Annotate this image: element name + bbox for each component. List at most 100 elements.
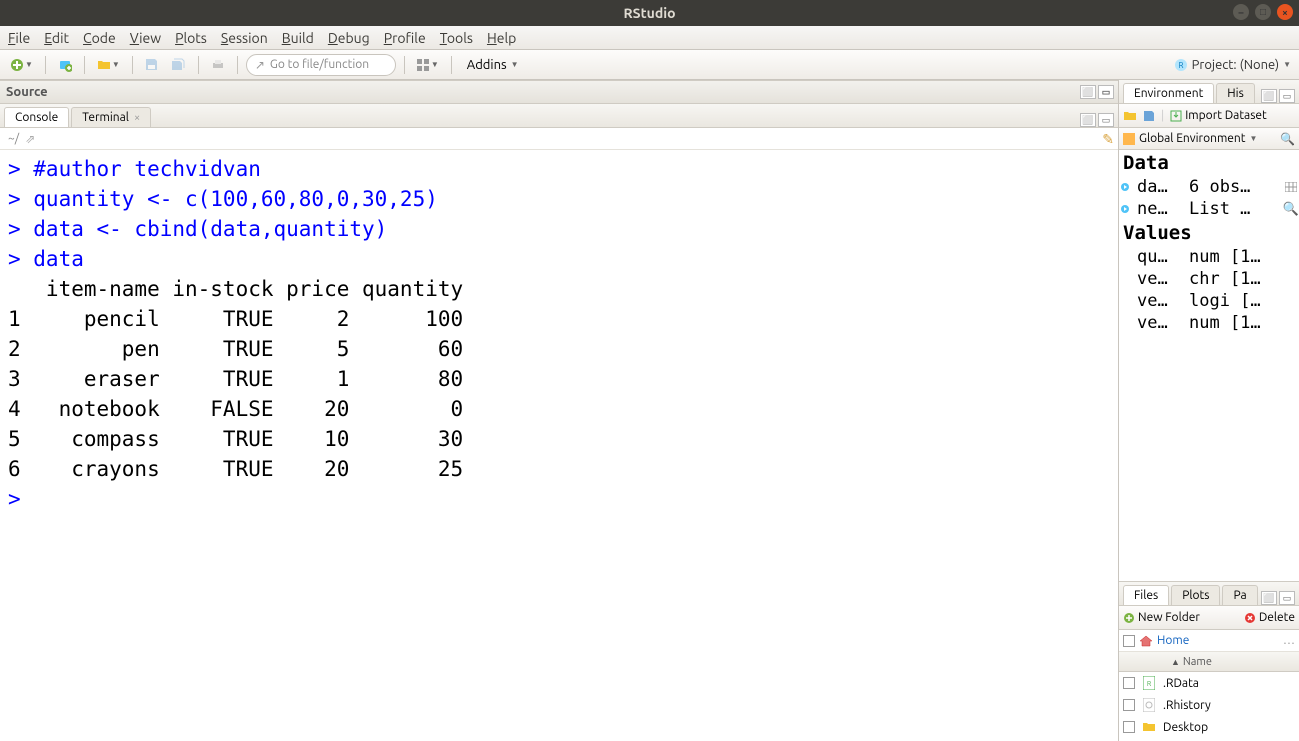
source-minimize-button[interactable]: ⬜ [1080, 85, 1096, 99]
clear-console-icon[interactable]: ✎ [1102, 131, 1114, 148]
goto-placeholder: Go to file/function [270, 58, 369, 71]
env-maximize-button[interactable]: ▭ [1279, 89, 1295, 103]
menu-session[interactable]: Session [221, 30, 268, 46]
env-var-name: qu… [1133, 247, 1189, 267]
env-value-row[interactable]: ve…chr [1… [1119, 268, 1299, 290]
print-icon [211, 59, 225, 71]
goto-arrow-icon: ↗ [255, 58, 265, 72]
menu-debug[interactable]: Debug [328, 30, 370, 46]
menu-edit[interactable]: Edit [44, 30, 69, 46]
env-data-row[interactable]: ne…List …🔍 [1119, 198, 1299, 220]
dropdown-arrow-icon: ▼ [511, 60, 519, 69]
source-pane-header: Source ⬜ ▭ [0, 80, 1118, 104]
tab-terminal[interactable]: Terminal × [71, 107, 151, 127]
menu-profile[interactable]: Profile [384, 30, 426, 46]
env-data-row[interactable]: da…6 obs… [1119, 176, 1299, 198]
menu-help[interactable]: Help [487, 30, 516, 46]
delete-button[interactable]: Delete [1244, 611, 1295, 624]
import-dataset-button[interactable]: Import Dataset [1170, 109, 1267, 122]
tab-console[interactable]: Console [4, 107, 69, 127]
sort-arrow-icon[interactable]: ▲ [1171, 657, 1180, 667]
addins-button[interactable]: Addins ▼ [460, 54, 526, 76]
file-checkbox[interactable] [1123, 721, 1135, 733]
dropdown-arrow-icon: ▼ [25, 60, 33, 69]
col-name-label[interactable]: Name [1183, 656, 1212, 668]
env-section-data: Data [1119, 150, 1299, 176]
scope-icon [1123, 133, 1135, 145]
file-name: .RData [1163, 677, 1199, 690]
save-all-button[interactable] [167, 54, 190, 76]
menu-file[interactable]: File [8, 30, 30, 46]
new-file-icon [10, 58, 24, 72]
env-row-action-icon[interactable]: 🔍 [1285, 203, 1297, 215]
save-button[interactable] [141, 54, 163, 76]
env-scope-selector[interactable]: Global Environment ▼ 🔍 [1119, 128, 1299, 150]
new-project-button[interactable] [54, 54, 76, 76]
menu-code[interactable]: Code [83, 30, 116, 46]
files-more-button[interactable]: … [1283, 634, 1295, 647]
dropdown-arrow-icon: ▼ [1250, 134, 1258, 143]
files-minimize-button[interactable]: ⬜ [1261, 591, 1277, 605]
env-value-row[interactable]: qu…num [1… [1119, 246, 1299, 268]
open-file-button[interactable]: ▼ [93, 54, 124, 76]
print-button[interactable] [207, 54, 229, 76]
window-minimize-button[interactable]: – [1233, 4, 1249, 20]
file-name: .Rhistory [1163, 699, 1211, 712]
breadcrumb-home[interactable]: Home [1157, 634, 1189, 647]
console-maximize-button[interactable]: ▭ [1098, 113, 1114, 127]
env-scope-label: Global Environment [1139, 132, 1246, 145]
tab-files[interactable]: Files [1123, 585, 1169, 605]
tab-terminal-label: Terminal [82, 111, 129, 124]
tab-packages-label: Pa [1233, 589, 1246, 602]
env-minimize-button[interactable]: ⬜ [1261, 89, 1277, 103]
select-all-checkbox[interactable] [1123, 635, 1135, 647]
save-workspace-icon[interactable] [1143, 110, 1155, 122]
r-project-icon: R [1174, 58, 1188, 72]
new-folder-button[interactable]: New Folder [1123, 611, 1200, 624]
expand-icon[interactable] [1119, 181, 1131, 193]
env-toolbar: | Import Dataset [1119, 104, 1299, 128]
goto-file-function-input[interactable]: ↗ Go to file/function [246, 54, 396, 76]
tab-terminal-close[interactable]: × [134, 112, 140, 124]
expand-icon[interactable] [1119, 203, 1131, 215]
env-var-name: ve… [1133, 291, 1189, 311]
project-selector[interactable]: R Project: (None) ▼ [1174, 58, 1291, 72]
tab-history-label: His [1227, 87, 1244, 100]
env-var-name: da… [1133, 177, 1189, 197]
new-file-button[interactable]: ▼ [6, 54, 37, 76]
env-value-row[interactable]: ve…logi [… [1119, 290, 1299, 312]
tab-plots[interactable]: Plots [1171, 585, 1220, 605]
file-checkbox[interactable] [1123, 677, 1135, 689]
load-workspace-icon[interactable] [1123, 110, 1137, 122]
console-output[interactable]: > #author techvidvan > quantity <- c(100… [0, 150, 1118, 741]
file-row[interactable]: .Rhistory [1119, 694, 1299, 716]
menubar: File Edit Code View Plots Session Build … [0, 26, 1299, 50]
import-dataset-label: Import Dataset [1185, 109, 1267, 122]
project-icon [58, 58, 72, 72]
menu-view[interactable]: View [130, 30, 161, 46]
tab-packages[interactable]: Pa [1222, 585, 1257, 605]
console-minimize-button[interactable]: ⬜ [1080, 113, 1096, 127]
files-breadcrumb: Home … [1119, 630, 1299, 652]
source-maximize-button[interactable]: ▭ [1098, 85, 1114, 99]
window-maximize-button[interactable]: □ [1255, 4, 1271, 20]
env-value-row[interactable]: ve…num [1… [1119, 312, 1299, 334]
menu-plots[interactable]: Plots [175, 30, 207, 46]
menu-tools[interactable]: Tools [440, 30, 473, 46]
tab-environment[interactable]: Environment [1123, 83, 1214, 103]
files-tab-row: Files Plots Pa ⬜ ▭ [1119, 582, 1299, 606]
search-env-icon[interactable]: 🔍 [1280, 132, 1295, 146]
menu-build[interactable]: Build [282, 30, 314, 46]
console-path-arrow-icon[interactable]: ⇗ [25, 132, 35, 146]
tab-history[interactable]: His [1216, 83, 1255, 103]
env-row-action-icon[interactable] [1285, 181, 1297, 193]
window-title: RStudio [623, 5, 675, 21]
save-all-icon [171, 58, 186, 71]
file-row[interactable]: R.RData [1119, 672, 1299, 694]
file-checkbox[interactable] [1123, 699, 1135, 711]
new-folder-label: New Folder [1138, 611, 1200, 624]
files-maximize-button[interactable]: ▭ [1279, 591, 1295, 605]
grid-view-button[interactable]: ▼ [413, 54, 443, 76]
window-close-button[interactable]: × [1277, 4, 1293, 20]
file-row[interactable]: Desktop [1119, 716, 1299, 738]
